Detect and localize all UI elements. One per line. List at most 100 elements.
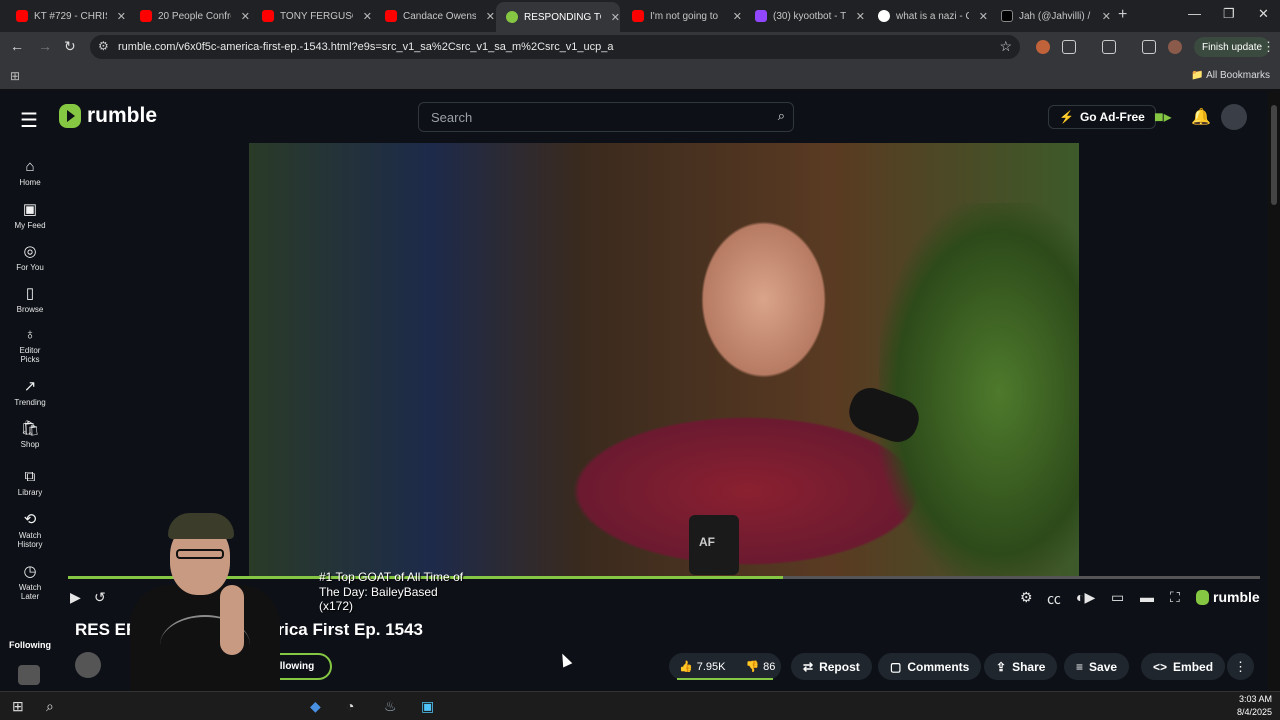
thumbs-up-icon: 👍 [679,661,693,673]
captions-icon[interactable]: ㏄ [1047,589,1061,609]
hamburger-menu-icon[interactable]: ☰ [20,108,38,133]
sidebar-item-library[interactable]: ⧉ Library [0,468,60,497]
menu-icon[interactable]: ⋮ [1262,39,1275,55]
vote-ratio-bar [677,678,773,680]
feed-icon: ▣ [22,201,38,218]
page-scrollbar[interactable] [1268,91,1280,691]
code-icon: <> [1153,659,1168,674]
rumble-logo[interactable]: rumble [59,104,157,128]
profile-avatar[interactable] [1168,40,1182,54]
browser-tab[interactable]: Candace Owens: ✕ [371,4,495,28]
rumble-header: ☰ rumble ⌕ ⚡ Go Ad-Free ■▸ 🔔 [0,91,1268,143]
app-icon[interactable]: ◔ [346,698,354,714]
comments-button[interactable]: ▢ Comments [878,653,982,680]
search-icon[interactable]: ⌕ [778,108,785,124]
miniplayer-icon[interactable]: ▭ [1111,589,1124,606]
theater-mode-icon[interactable]: ▬ [1140,589,1154,605]
video-player[interactable]: AF [249,143,1079,578]
close-window-icon[interactable]: ✕ [1258,6,1269,22]
browser-tab-active[interactable]: RESPONDING TO ✕ [496,2,620,32]
browser-toolbar: ← → ↻ ⚙ rumble.com/v6x0f5c-america-first… [0,32,1280,62]
like-button[interactable]: 👍 7.95K [669,660,735,674]
webcam-glasses [176,549,224,559]
player-rumble-logo[interactable]: rumble [1196,589,1260,605]
channel-avatar[interactable] [75,652,101,678]
browser-tab[interactable]: (30) kyootbot - T ✕ [741,4,865,28]
google-icon [878,10,890,22]
scrollbar-thumb[interactable] [1271,105,1277,205]
play-icon[interactable]: ▶ [70,589,81,606]
upload-video-icon[interactable]: ■▸ [1154,107,1172,127]
close-icon[interactable]: ✕ [117,10,126,23]
sidebar-item-home[interactable]: ⌂ Home [0,158,60,187]
back-icon[interactable]: ← [10,38,24,54]
windows-start-icon[interactable]: ⊞ [12,698,24,715]
sidebar-item-editor-picks[interactable]: ♁ Editor Picks [0,326,60,364]
rumble-logo-icon [1196,589,1209,605]
repost-button[interactable]: ⇄ Repost [791,653,872,680]
playlist-add-icon: ≡ [1076,659,1084,674]
settings-icon[interactable]: ⚙ [1020,589,1033,606]
sidebar-item-watch-history[interactable]: ⟲ Watch History [0,510,60,549]
share-button[interactable]: ⇪ Share [984,653,1058,680]
browser-tab[interactable]: TONY FERGUSON ✕ [248,4,372,28]
sidebar-item-browse[interactable]: ▯ Browse [0,284,60,314]
save-button[interactable]: ≡ Save [1064,653,1130,680]
forward-icon[interactable]: → [38,38,52,54]
webcam-hand [220,585,244,655]
share-icon: ⇪ [996,659,1007,674]
bell-icon[interactable]: 🔔 [1191,107,1211,127]
browser-tab[interactable]: Jah (@Jahvilli) / X ✕ [987,4,1111,28]
steam-icon[interactable]: ♨ [384,698,397,715]
cast-icon[interactable] [1102,40,1116,54]
embed-button[interactable]: <> Embed [1141,653,1226,680]
close-icon[interactable]: ✕ [486,10,495,23]
sidebar-item-my-feed[interactable]: ▣ My Feed [0,200,60,230]
app-icon[interactable]: ◆ [310,698,321,715]
sidebar-item-for-you[interactable]: ◎ For You [0,242,60,272]
x-icon [1001,10,1013,22]
browser-tab[interactable]: KT #729 - CHRIS ✕ [2,4,126,28]
browser-tab[interactable]: 20 People Confro ✕ [126,4,250,28]
browse-icon: ▯ [25,285,35,302]
sidebar-following-heading: Following [9,640,51,650]
sidebar-item-trending[interactable]: ↗ Trending [0,377,60,407]
browser-tab[interactable]: what is a nazi - G ✕ [864,4,988,28]
youtube-icon [140,10,152,22]
close-icon[interactable]: ✕ [1102,10,1111,23]
dislike-button[interactable]: 👎 86 [735,660,785,674]
stream-alert-text: #1 Top GOAT of All Time of The Day: Bail… [319,570,464,613]
award-icon: ♁ [24,326,36,343]
followed-channel-avatar[interactable] [18,665,40,685]
search-icon[interactable]: ⌕ [46,698,54,715]
restore-icon[interactable]: ❐ [1223,6,1235,22]
history-icon: ⟲ [23,511,37,528]
address-bar[interactable]: ⚙ rumble.com/v6x0f5c-america-first-ep.-1… [90,35,1020,59]
minimize-icon[interactable]: — [1188,6,1201,21]
app-icon[interactable]: ▣ [421,698,434,715]
system-clock[interactable]: 3:03 AM 8/4/2025 [1237,693,1272,719]
apps-icon[interactable]: ⊞ [10,69,20,83]
browser-tab[interactable]: I'm not going to ✕ [618,4,742,28]
reload-icon[interactable]: ↻ [64,38,76,55]
youtube-icon [385,10,397,22]
search-input[interactable] [419,103,759,131]
new-tab-button[interactable]: + [1118,6,1127,24]
user-avatar[interactable] [1221,104,1247,130]
bolt-icon: ⚡ [1059,110,1074,124]
more-options-icon[interactable]: ⋮ [1227,653,1254,680]
extension-icon[interactable] [1036,40,1050,54]
finish-update-button[interactable]: Finish update [1194,37,1271,57]
bookmark-star-icon[interactable]: ☆ [999,38,1012,55]
site-info-icon[interactable]: ⚙ [98,39,109,53]
media-icon[interactable] [1142,40,1156,54]
trending-icon: ↗ [23,378,37,395]
go-ad-free-button[interactable]: ⚡ Go Ad-Free [1048,105,1156,129]
autoplay-toggle-icon[interactable]: ◐▶ [1076,589,1095,606]
sidebar-item-shop[interactable]: 🛍 Shop [0,419,60,449]
sidebar-item-watch-later[interactable]: ◷ Watch Later [0,562,60,601]
puzzle-icon[interactable] [1062,40,1076,54]
all-bookmarks[interactable]: 📁 All Bookmarks [1191,70,1270,81]
vote-pill: 👍 7.95K 👎 86 [669,653,781,680]
fullscreen-icon[interactable]: ⛶ [1170,589,1180,606]
